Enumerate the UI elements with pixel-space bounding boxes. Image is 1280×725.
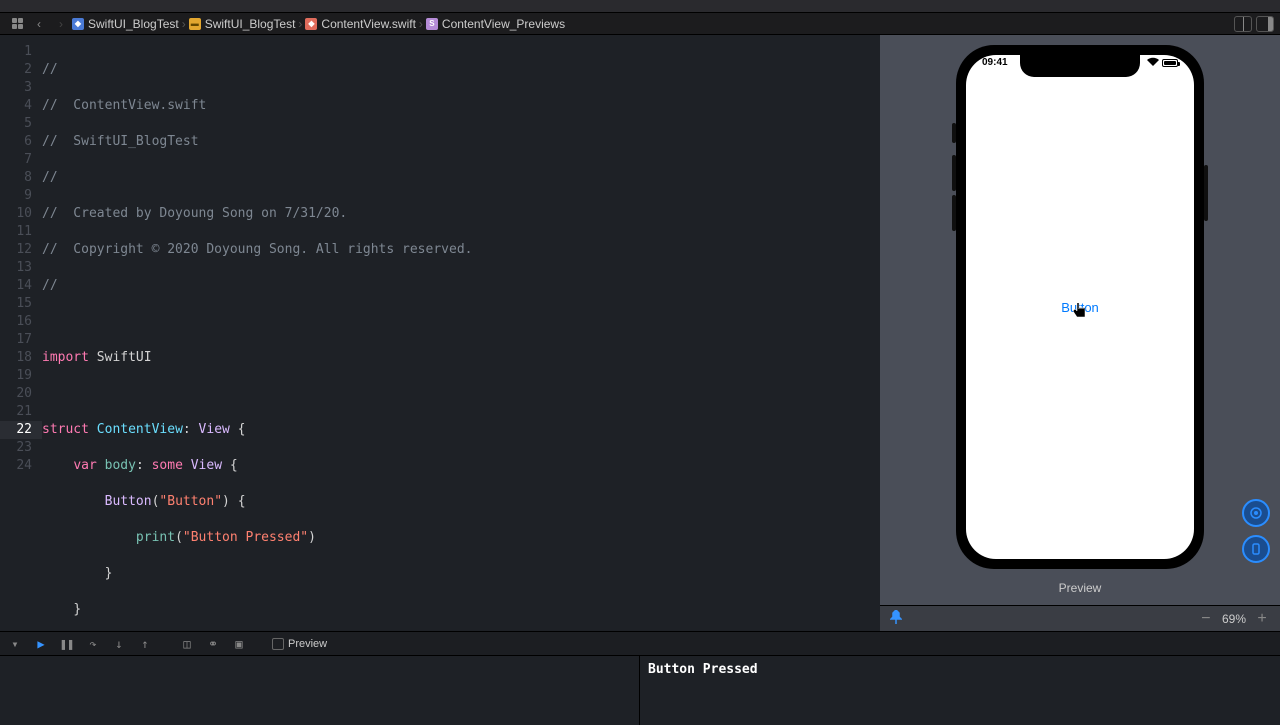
- device-preview-button[interactable]: [1242, 535, 1270, 563]
- nav-back-icon[interactable]: ‹: [32, 17, 46, 31]
- breadcrumb-label: SwiftUI_BlogTest: [205, 17, 296, 31]
- pin-icon[interactable]: [890, 610, 902, 627]
- breadcrumb-label: ContentView.swift: [321, 17, 416, 31]
- preview-pane: 09:41 Button: [880, 35, 1280, 631]
- breadcrumb-folder[interactable]: ▬ SwiftUI_BlogTest: [189, 17, 296, 31]
- project-icon: ◆: [72, 18, 84, 30]
- phone-frame: 09:41 Button: [956, 45, 1204, 569]
- breadcrumb-bar: ‹ › ◆ SwiftUI_BlogTest › ▬ SwiftUI_BlogT…: [0, 13, 1280, 35]
- breadcrumb-label: ContentView_Previews: [442, 17, 565, 31]
- minimap-toggle-icon[interactable]: [1234, 16, 1252, 32]
- code-editor[interactable]: 1 2 3 4 5 6 7 8 9 10 11 12 13 14 15 16 1…: [0, 35, 880, 631]
- preview-label: Preview: [1059, 581, 1102, 595]
- chevron-right-icon: ›: [419, 17, 423, 31]
- line-gutter: 1 2 3 4 5 6 7 8 9 10 11 12 13 14 15 16 1…: [0, 35, 42, 631]
- console: Button Pressed: [0, 655, 1280, 725]
- breadcrumb-label: SwiftUI_BlogTest: [88, 17, 179, 31]
- zoom-level[interactable]: 69%: [1222, 612, 1246, 626]
- related-items-icon[interactable]: [10, 17, 24, 31]
- zoom-in-button[interactable]: +: [1254, 610, 1270, 628]
- swift-file-icon: ◆: [305, 18, 317, 30]
- step-over-icon[interactable]: ↷: [84, 637, 102, 651]
- inspector-toggle-icon[interactable]: [1256, 16, 1274, 32]
- folder-icon: ▬: [189, 18, 201, 30]
- zoom-out-button[interactable]: −: [1198, 610, 1214, 628]
- phone-screen: 09:41 Button: [966, 55, 1194, 559]
- tab-bar: [0, 0, 1280, 13]
- step-into-icon[interactable]: ↓: [110, 637, 128, 651]
- memory-graph-icon[interactable]: ⚭: [204, 637, 222, 651]
- live-preview-button[interactable]: [1242, 499, 1270, 527]
- variables-view[interactable]: [0, 656, 640, 725]
- breakpoint-toggle-icon[interactable]: ▶: [32, 637, 50, 651]
- chevron-right-icon: ›: [182, 17, 186, 31]
- nav-forward-icon: ›: [54, 17, 68, 31]
- zoom-bar: − 69% +: [880, 605, 1280, 631]
- preview-button[interactable]: Button: [1061, 300, 1099, 315]
- debug-bar: ▾ ▶ ❚❚ ↷ ↓ ↑ ◫ ⚭ ▣ Preview: [0, 631, 1280, 655]
- code-content[interactable]: // // ContentView.swift // SwiftUI_BlogT…: [42, 35, 880, 631]
- view-debug-icon[interactable]: ◫: [178, 637, 196, 651]
- preview-checkbox[interactable]: Preview: [272, 638, 327, 650]
- cursor-hand-icon: [1073, 303, 1087, 322]
- debug-hide-icon[interactable]: ▾: [6, 637, 24, 651]
- pause-icon[interactable]: ❚❚: [58, 637, 76, 651]
- chevron-right-icon: ›: [298, 17, 302, 31]
- preview-canvas[interactable]: 09:41 Button: [880, 35, 1280, 605]
- struct-icon: S: [426, 18, 438, 30]
- breadcrumb-symbol[interactable]: S ContentView_Previews: [426, 17, 565, 31]
- step-out-icon[interactable]: ↑: [136, 637, 154, 651]
- breadcrumb-project[interactable]: ◆ SwiftUI_BlogTest: [72, 17, 179, 31]
- environment-icon[interactable]: ▣: [230, 637, 248, 651]
- breadcrumb-file[interactable]: ◆ ContentView.swift: [305, 17, 416, 31]
- console-output[interactable]: Button Pressed: [640, 656, 1280, 725]
